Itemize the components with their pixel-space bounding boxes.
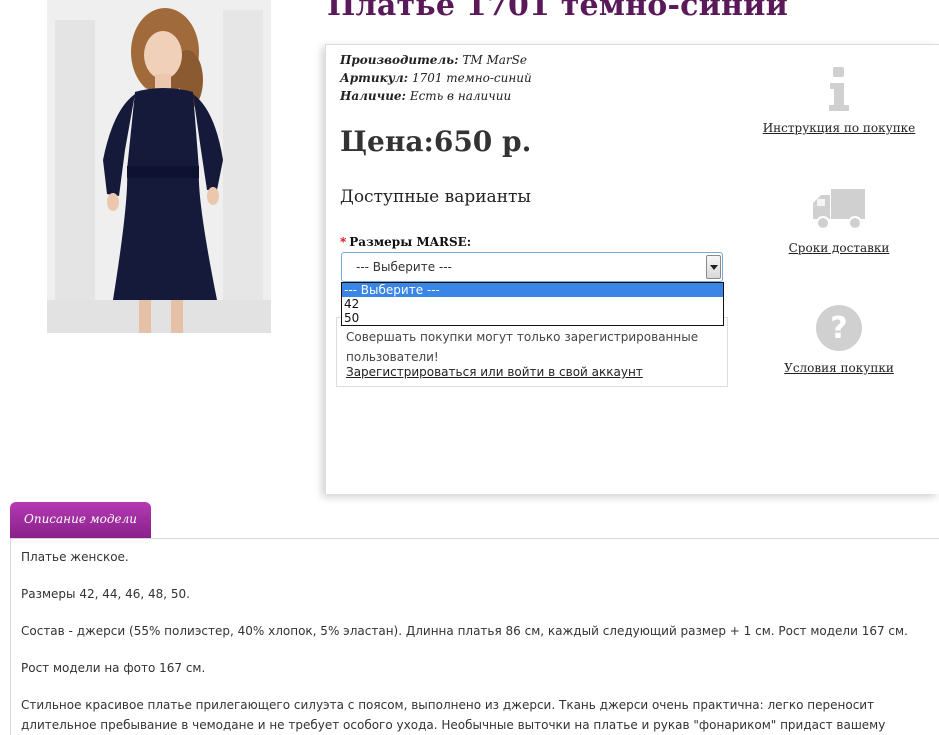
- info-icon: [829, 67, 849, 111]
- registration-notice-box: Совершать покупки могут только зарегистр…: [336, 317, 728, 387]
- size-label-text: Размеры MARSE:: [349, 235, 472, 249]
- dropdown-option[interactable]: 42: [342, 297, 723, 311]
- delivery-terms-link[interactable]: Сроки доставки: [739, 241, 939, 255]
- availability-line: Наличие: Есть в наличии: [340, 87, 532, 105]
- side-item-delivery: Сроки доставки: [739, 185, 939, 255]
- page-title: Платье 1701 темно-синий: [327, 0, 789, 23]
- product-price: Цена:650 р.: [340, 125, 532, 158]
- question-icon: ?: [816, 305, 862, 351]
- sku-label: Артикул:: [340, 71, 409, 85]
- size-dropdown-list: --- Выберите --- 42 50: [341, 282, 724, 326]
- tab-model-description[interactable]: Описание модели: [10, 502, 151, 538]
- product-meta: Производитель: TM MarSe Артикул: 1701 те…: [340, 51, 532, 105]
- product-info-panel: Производитель: TM MarSe Артикул: 1701 те…: [325, 44, 939, 494]
- dropdown-option[interactable]: 50: [342, 311, 723, 325]
- side-item-instructions: Инструкция по покупке: [739, 65, 939, 135]
- purchase-conditions-link[interactable]: Условия покупки: [739, 361, 939, 375]
- tab-bar: Описание модели: [10, 502, 939, 539]
- size-select-value: --- Выберите ---: [356, 260, 452, 274]
- svg-text:?: ?: [830, 311, 847, 346]
- variants-heading: Доступные варианты: [340, 187, 531, 207]
- description-paragraph: Рост модели на фото 167 см.: [21, 661, 206, 675]
- product-description: Платье женское. Размеры 42, 44, 46, 48, …: [10, 539, 939, 735]
- size-select[interactable]: --- Выберите ---: [341, 252, 723, 282]
- chevron-down-icon[interactable]: [706, 255, 721, 279]
- side-item-conditions: ? Условия покупки: [739, 303, 939, 375]
- product-photo[interactable]: [47, 0, 271, 333]
- availability-value: Есть в наличии: [409, 89, 512, 103]
- purchase-instructions-link[interactable]: Инструкция по покупке: [739, 121, 939, 135]
- delivery-truck-icon: [813, 189, 865, 230]
- required-mark: *: [340, 235, 347, 249]
- manufacturer-line: Производитель: TM MarSe: [340, 51, 532, 69]
- description-paragraph: Размеры 42, 44, 46, 48, 50.: [21, 587, 190, 601]
- description-paragraph: Состав - джерси (55% полиэстер, 40% хлоп…: [21, 624, 908, 638]
- description-paragraph: Стильное красивое платье прилегающего си…: [21, 698, 886, 732]
- dropdown-option[interactable]: --- Выберите ---: [342, 283, 723, 297]
- manufacturer-label: Производитель:: [340, 53, 459, 67]
- sku-value: 1701 темно-синий: [411, 71, 532, 85]
- description-paragraph: Платье женское.: [21, 550, 129, 564]
- sku-line: Артикул: 1701 темно-синий: [340, 69, 532, 87]
- product-page: Платье 1701 темно-синий Производитель: T…: [0, 0, 939, 735]
- registration-notice: Совершать покупки могут только зарегистр…: [346, 330, 699, 364]
- register-login-link[interactable]: Зарегистрироваться или войти в свой акка…: [346, 365, 643, 379]
- model-in-dress-image: [47, 0, 271, 333]
- manufacturer-value: TM MarSe: [462, 53, 527, 67]
- size-label: * Размеры MARSE:: [340, 235, 471, 249]
- availability-label: Наличие:: [340, 89, 406, 103]
